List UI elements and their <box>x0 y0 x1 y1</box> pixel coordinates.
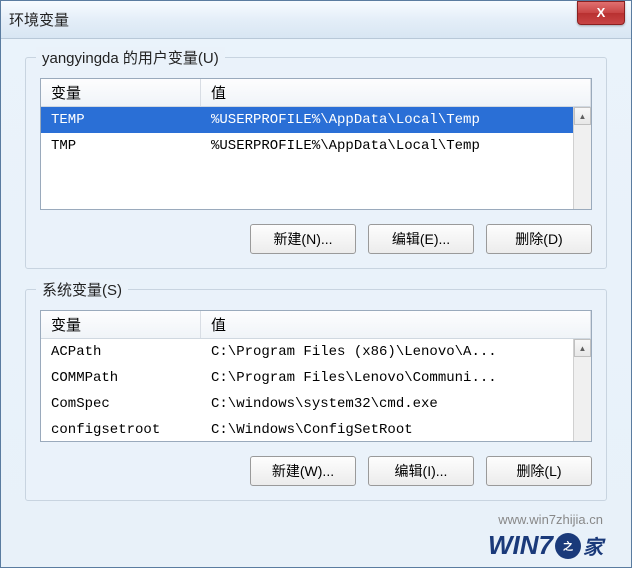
system-variables-list[interactable]: 变量 值 ACPath C:\Program Files (x86)\Lenov… <box>40 310 592 442</box>
user-variables-group: yangyingda 的用户变量(U) 变量 值 TEMP %USERPROFI… <box>25 57 607 269</box>
user-variables-label: yangyingda 的用户变量(U) <box>36 47 225 68</box>
logo-suffix: 家 <box>583 531 603 560</box>
titlebar: 环境变量 X <box>1 1 631 39</box>
user-list-header: 变量 值 <box>41 79 591 107</box>
var-value-cell: C:\windows\system32\cmd.exe <box>201 394 591 414</box>
environment-variables-dialog: 环境变量 X yangyingda 的用户变量(U) 变量 值 TEMP %US… <box>0 0 632 568</box>
logo-prefix: WIN <box>488 530 539 561</box>
system-delete-button[interactable]: 删除(L) <box>486 456 592 486</box>
table-row[interactable]: configsetroot C:\Windows\ConfigSetRoot <box>41 417 591 441</box>
scroll-up-icon[interactable]: ▲ <box>574 107 591 125</box>
column-header-value[interactable]: 值 <box>201 311 591 338</box>
logo-badge-icon: 之 <box>555 533 581 559</box>
table-row[interactable]: COMMPath C:\Program Files\Lenovo\Communi… <box>41 365 591 391</box>
column-header-value[interactable]: 值 <box>201 79 591 106</box>
user-list-body: TEMP %USERPROFILE%\AppData\Local\Temp TM… <box>41 107 591 209</box>
var-value-cell: %USERPROFILE%\AppData\Local\Temp <box>201 136 591 156</box>
var-name-cell: ACPath <box>41 342 201 362</box>
var-name-cell: TEMP <box>41 110 201 130</box>
dialog-content: yangyingda 的用户变量(U) 变量 值 TEMP %USERPROFI… <box>1 39 631 531</box>
system-list-header: 变量 值 <box>41 311 591 339</box>
var-name-cell: ComSpec <box>41 394 201 414</box>
scrollbar[interactable]: ▲ <box>573 107 591 209</box>
var-value-cell: C:\Windows\ConfigSetRoot <box>201 420 591 440</box>
var-value-cell: %USERPROFILE%\AppData\Local\Temp <box>201 110 591 130</box>
table-row[interactable]: ComSpec C:\windows\system32\cmd.exe <box>41 391 591 417</box>
close-button[interactable]: X <box>577 1 625 25</box>
window-title: 环境变量 <box>9 9 623 30</box>
user-new-button[interactable]: 新建(N)... <box>250 224 356 254</box>
user-variables-list[interactable]: 变量 值 TEMP %USERPROFILE%\AppData\Local\Te… <box>40 78 592 210</box>
table-row[interactable]: ACPath C:\Program Files (x86)\Lenovo\A..… <box>41 339 591 365</box>
user-edit-button[interactable]: 编辑(E)... <box>368 224 474 254</box>
system-variables-label: 系统变量(S) <box>36 279 128 300</box>
logo-seven: 7 <box>539 530 553 561</box>
var-name-cell: COMMPath <box>41 368 201 388</box>
column-header-variable[interactable]: 变量 <box>41 79 201 106</box>
system-new-button[interactable]: 新建(W)... <box>250 456 356 486</box>
scrollbar[interactable]: ▲ <box>573 339 591 441</box>
table-row[interactable]: TEMP %USERPROFILE%\AppData\Local\Temp <box>41 107 591 133</box>
user-buttons-row: 新建(N)... 编辑(E)... 删除(D) <box>40 224 592 254</box>
system-edit-button[interactable]: 编辑(I)... <box>368 456 474 486</box>
var-name-cell: configsetroot <box>41 420 201 440</box>
table-row[interactable]: TMP %USERPROFILE%\AppData\Local\Temp <box>41 133 591 159</box>
var-value-cell: C:\Program Files (x86)\Lenovo\A... <box>201 342 591 362</box>
watermark-logo: WIN7 之 家 <box>488 530 603 561</box>
scroll-up-icon[interactable]: ▲ <box>574 339 591 357</box>
system-buttons-row: 新建(W)... 编辑(I)... 删除(L) <box>40 456 592 486</box>
system-variables-group: 系统变量(S) 变量 值 ACPath C:\Program Files (x8… <box>25 289 607 501</box>
user-delete-button[interactable]: 删除(D) <box>486 224 592 254</box>
column-header-variable[interactable]: 变量 <box>41 311 201 338</box>
var-value-cell: C:\Program Files\Lenovo\Communi... <box>201 368 591 388</box>
system-list-body: ACPath C:\Program Files (x86)\Lenovo\A..… <box>41 339 591 441</box>
var-name-cell: TMP <box>41 136 201 156</box>
